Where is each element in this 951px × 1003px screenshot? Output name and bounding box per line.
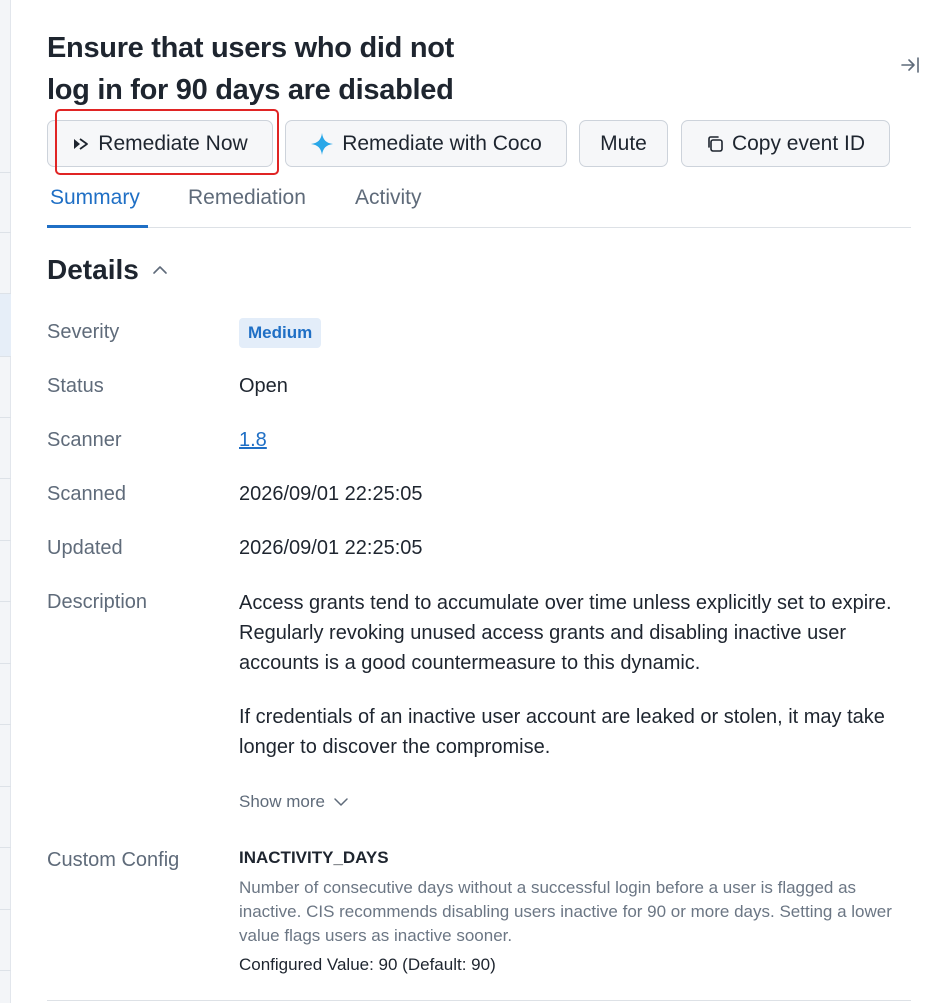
tab-summary[interactable]: Summary <box>50 186 140 210</box>
row-divider <box>0 417 11 418</box>
show-more-button[interactable]: Show more <box>239 792 349 812</box>
active-tab-indicator <box>47 225 148 228</box>
description-paragraph-2: If credentials of an inactive user accou… <box>239 706 885 758</box>
row-divider <box>0 478 11 479</box>
chevron-up-icon <box>153 266 167 274</box>
custom-config-label: Custom Config <box>47 849 180 871</box>
sparkle-icon <box>311 132 334 155</box>
severity-badge: Medium <box>239 318 322 348</box>
focus-highlight <box>55 109 279 175</box>
remediate-with-coco-button[interactable]: Remediate with Coco <box>285 120 567 167</box>
collapse-panel-button[interactable] <box>899 54 921 76</box>
details-section-toggle[interactable]: Details <box>47 254 169 286</box>
tab-bar: Summary Remediation Activity <box>47 176 911 228</box>
copy-event-id-button[interactable]: Copy event ID <box>681 120 890 167</box>
copy-icon <box>708 135 723 152</box>
background-selected-row <box>0 293 11 356</box>
tab-remediation[interactable]: Remediation <box>188 186 306 210</box>
severity-label: Severity <box>47 321 120 343</box>
row-divider <box>0 356 11 357</box>
show-more-label: Show more <box>239 792 325 811</box>
scanned-value: 2026/09/01 22:25:05 <box>239 483 423 505</box>
row-divider <box>0 172 11 173</box>
row-divider <box>0 786 11 787</box>
row-divider <box>0 663 11 664</box>
scanner-label: Scanner <box>47 429 122 451</box>
background-list-strip <box>0 0 11 1003</box>
config-key: INACTIVITY_DAYS <box>239 848 389 867</box>
updated-label: Updated <box>47 537 123 559</box>
row-divider <box>0 232 11 233</box>
row-divider <box>0 970 11 971</box>
details-heading: Details <box>47 254 139 285</box>
description-label: Description <box>47 591 148 613</box>
mute-button[interactable]: Mute <box>579 120 668 167</box>
row-divider <box>0 540 11 541</box>
row-divider <box>0 293 11 294</box>
scanner-link[interactable]: 1.8 <box>239 429 267 452</box>
description-paragraph-1: Access grants tend to accumulate over ti… <box>239 592 892 674</box>
row-divider <box>0 601 11 602</box>
status-label: Status <box>47 375 104 397</box>
config-value: Configured Value: 90 (Default: 90) <box>239 955 496 974</box>
config-help-text: Number of consecutive days without a suc… <box>239 878 892 945</box>
section-divider <box>47 1000 911 1001</box>
tab-activity[interactable]: Activity <box>355 186 422 210</box>
finding-detail-panel: Ensure that users who did not log in for… <box>47 0 919 1003</box>
remediate-with-coco-label: Remediate with Coco <box>342 131 542 155</box>
row-divider <box>0 847 11 848</box>
collapse-right-icon <box>901 57 919 73</box>
status-value: Open <box>239 375 288 397</box>
scanned-label: Scanned <box>47 483 126 505</box>
chevron-down-icon <box>334 798 348 806</box>
updated-value: 2026/09/01 22:25:05 <box>239 537 423 559</box>
page-title: Ensure that users who did not log in for… <box>47 32 455 106</box>
row-divider <box>0 909 11 910</box>
row-divider <box>0 724 11 725</box>
copy-event-id-label: Copy event ID <box>731 131 866 155</box>
mute-label: Mute <box>600 131 647 155</box>
